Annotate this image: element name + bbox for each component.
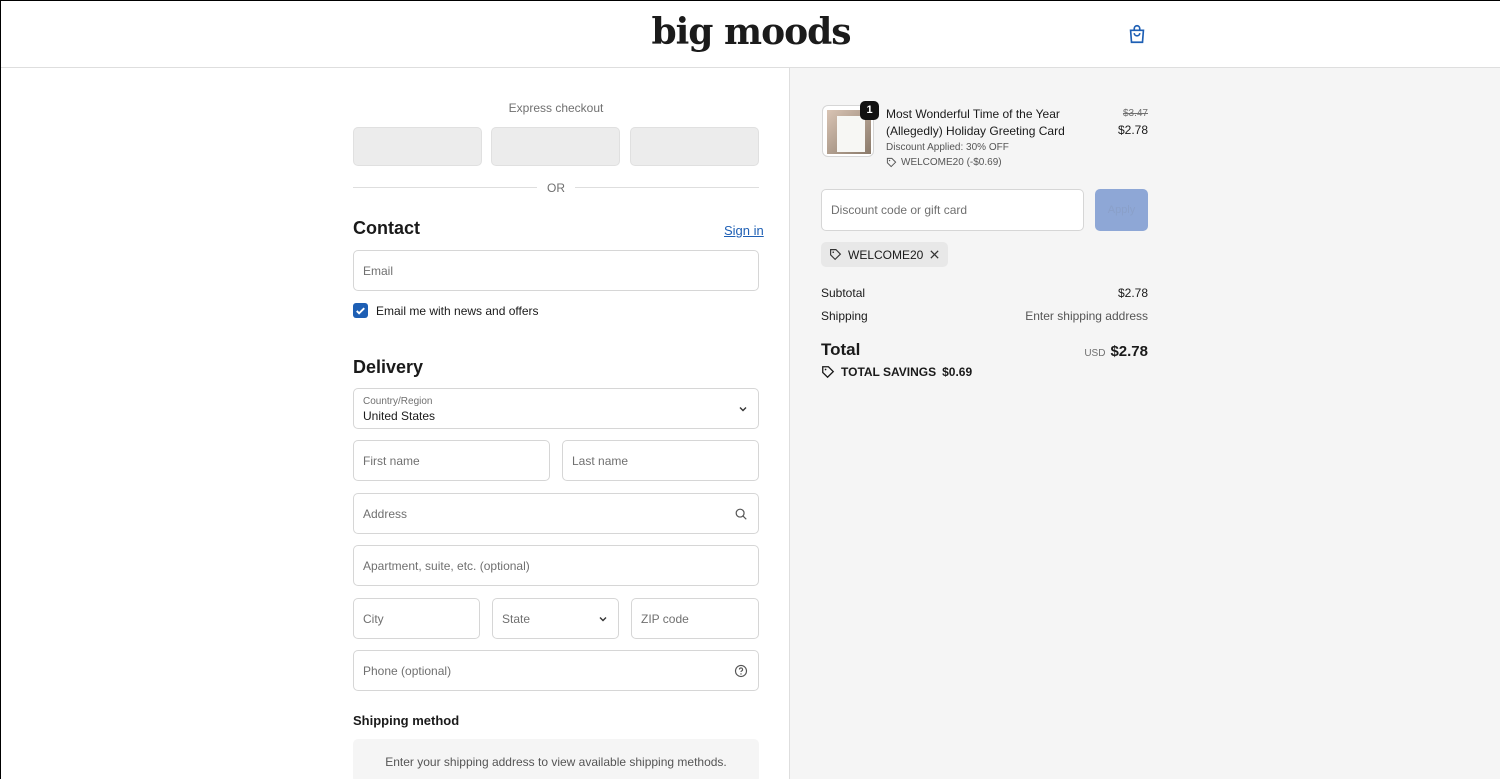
apartment-placeholder: Apartment, suite, etc. (optional) bbox=[363, 558, 530, 573]
apply-button[interactable]: Apply bbox=[1095, 189, 1148, 231]
express-pay-button-2[interactable] bbox=[491, 127, 620, 166]
tag-icon bbox=[822, 366, 835, 379]
last-name-placeholder: Last name bbox=[572, 453, 629, 468]
country-select[interactable]: Country/Region United States bbox=[353, 388, 759, 429]
search-icon bbox=[735, 508, 747, 520]
tag-icon bbox=[886, 157, 897, 168]
product-title: Most Wonderful Time of the Year (Alleged… bbox=[886, 107, 1065, 138]
city-field[interactable]: City bbox=[353, 598, 480, 639]
applied-code-text: WELCOME20 bbox=[848, 247, 924, 262]
chevron-down-icon bbox=[739, 406, 747, 411]
total-amount: USD $2.78 bbox=[990, 343, 1148, 360]
discount-applied-text: Discount Applied: 30% OFF bbox=[886, 142, 1009, 153]
subtotal-label: Subtotal bbox=[821, 286, 866, 300]
shipping-label: Shipping bbox=[821, 309, 868, 323]
total-savings: TOTAL SAVINGS $0.69 bbox=[821, 365, 972, 379]
tag-icon bbox=[830, 249, 842, 261]
currency-code: USD bbox=[1084, 348, 1106, 359]
address-placeholder: Address bbox=[363, 506, 408, 521]
first-name-placeholder: First name bbox=[363, 453, 420, 468]
checkout-form-panel: Express checkout OR Contact Sign in Emai… bbox=[1, 68, 789, 779]
zip-field[interactable]: ZIP code bbox=[631, 598, 759, 639]
help-circle-icon[interactable] bbox=[734, 664, 748, 678]
item-discount-code: WELCOME20 (-$0.69) bbox=[886, 157, 1002, 168]
address-field[interactable]: Address bbox=[353, 493, 759, 534]
newsletter-label: Email me with news and offers bbox=[376, 304, 539, 318]
express-checkout-label: Express checkout bbox=[508, 101, 604, 115]
first-name-field[interactable]: First name bbox=[353, 440, 550, 481]
checkmark-icon bbox=[356, 307, 365, 315]
apartment-field[interactable]: Apartment, suite, etc. (optional) bbox=[353, 545, 759, 586]
state-placeholder: State bbox=[502, 611, 531, 626]
savings-value: $0.69 bbox=[942, 365, 973, 379]
final-price: $2.78 bbox=[1117, 123, 1148, 137]
quantity-badge: 1 bbox=[860, 101, 879, 120]
shipping-method-heading: Shipping method bbox=[353, 713, 460, 728]
sign-in-link[interactable]: Sign in bbox=[724, 223, 764, 238]
shipping-method-message: Enter your shipping address to view avai… bbox=[385, 755, 727, 769]
order-summary-panel: 1 Most Wonderful Time of the Year (Alleg… bbox=[789, 68, 1500, 779]
zip-placeholder: ZIP code bbox=[641, 611, 689, 626]
express-pay-button-3[interactable] bbox=[630, 127, 759, 166]
total-value: $2.78 bbox=[1110, 343, 1148, 360]
close-icon[interactable] bbox=[929, 249, 940, 260]
savings-label: TOTAL SAVINGS bbox=[841, 365, 937, 379]
email-field[interactable]: Email bbox=[353, 250, 759, 291]
phone-field[interactable]: Phone (optional) bbox=[353, 650, 759, 691]
shipping-method-notice: Enter your shipping address to view avai… bbox=[353, 739, 759, 779]
applied-discount-chip: WELCOME20 bbox=[821, 242, 949, 267]
subtotal-value: $2.78 bbox=[1117, 286, 1148, 300]
state-select[interactable]: State bbox=[492, 598, 619, 639]
phone-placeholder: Phone (optional) bbox=[363, 663, 452, 678]
shopping-bag-icon[interactable] bbox=[1126, 23, 1148, 45]
original-price: $3.47 bbox=[1122, 108, 1148, 119]
store-logo[interactable]: big moods bbox=[1, 11, 1500, 53]
newsletter-checkbox[interactable] bbox=[353, 303, 368, 318]
shipping-value: Enter shipping address bbox=[1025, 309, 1148, 323]
site-header: big moods bbox=[1, 1, 1500, 68]
chevron-down-icon bbox=[599, 616, 607, 621]
item-discount-code-text: WELCOME20 (-$0.69) bbox=[901, 157, 1002, 168]
express-pay-button-1[interactable] bbox=[353, 127, 482, 166]
country-label: Country/Region bbox=[363, 396, 433, 407]
total-label: Total bbox=[821, 340, 861, 359]
contact-heading: Contact bbox=[353, 218, 420, 238]
city-placeholder: City bbox=[363, 611, 384, 626]
delivery-heading: Delivery bbox=[353, 357, 424, 377]
country-value: United States bbox=[363, 409, 436, 423]
discount-code-input[interactable]: Discount code or gift card bbox=[821, 189, 1084, 231]
or-separator: OR bbox=[547, 181, 565, 195]
last-name-field[interactable]: Last name bbox=[562, 440, 759, 481]
discount-placeholder: Discount code or gift card bbox=[831, 203, 968, 217]
email-placeholder: Email bbox=[363, 263, 394, 278]
